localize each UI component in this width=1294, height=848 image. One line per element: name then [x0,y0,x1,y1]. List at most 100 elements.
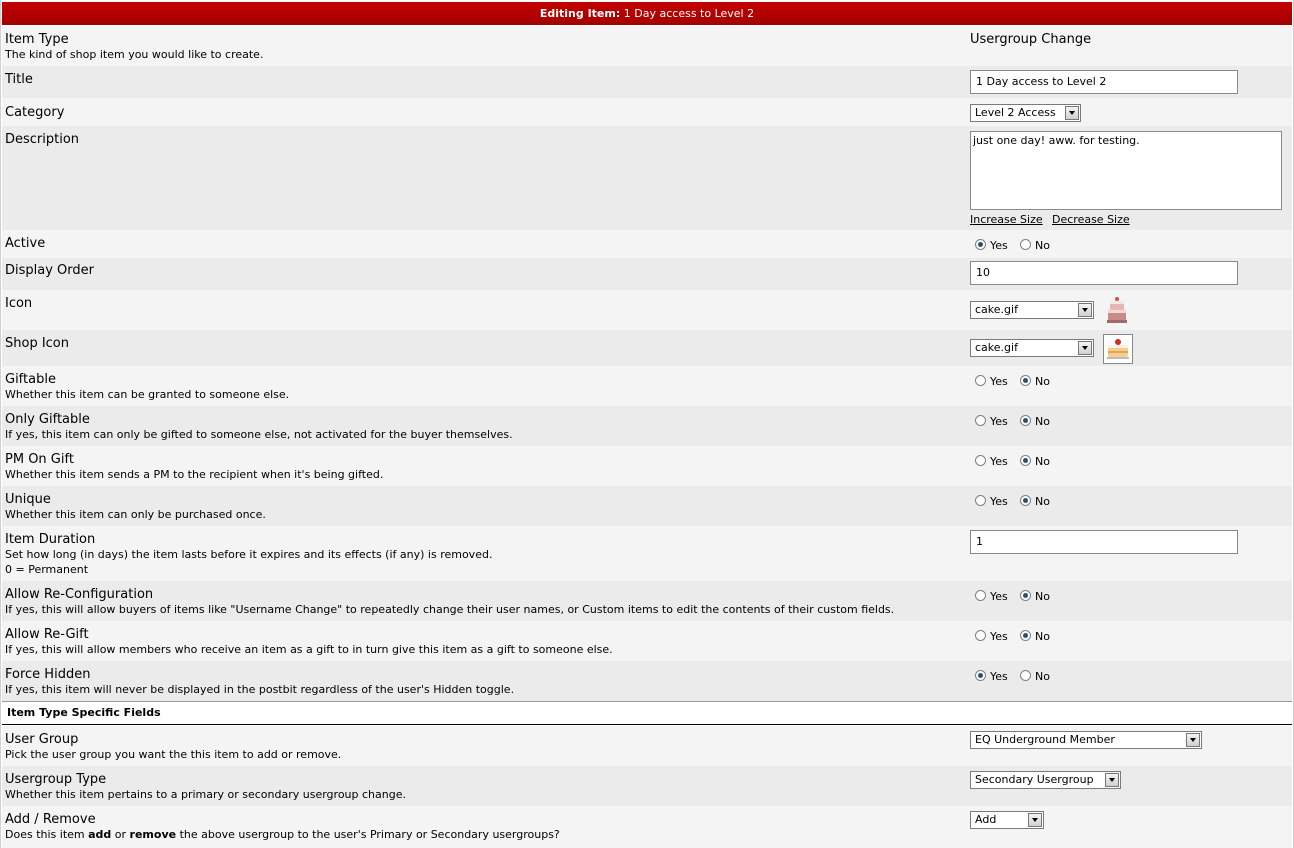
force-hidden-no-option[interactable]: No [1020,670,1050,683]
allow-regift-desc: If yes, this will allow members who rece… [5,643,613,656]
no-label: No [1035,590,1050,603]
chevron-down-icon[interactable] [1028,813,1042,827]
unique-no-option[interactable]: No [1020,495,1050,508]
chevron-down-icon[interactable] [1078,303,1092,317]
active-label: Active [5,236,46,251]
radio-no[interactable] [1020,670,1031,681]
allow-reconfig-label: Allow Re-Configuration [5,587,154,602]
only-giftable-label: Only Giftable [5,412,90,427]
item-duration-input[interactable]: 1 [970,530,1238,554]
radio-no[interactable] [1020,375,1031,386]
row-category: Category Level 2 Access [2,98,1292,126]
header-prefix: Editing Item: [539,7,621,20]
chevron-down-icon[interactable] [1105,773,1119,787]
allow-reconfig-yes-option[interactable]: Yes [975,590,1008,603]
radio-yes[interactable] [975,239,986,250]
yes-label: Yes [990,630,1008,643]
pm-on-gift-no-option[interactable]: No [1020,455,1050,468]
row-add-remove: Add / Remove Does this item add or remov… [2,806,1292,848]
radio-yes[interactable] [975,495,986,506]
no-label: No [1035,239,1050,252]
pm-on-gift-label: PM On Gift [5,452,74,467]
icon-value: cake.gif [975,303,1018,316]
radio-yes[interactable] [975,630,986,641]
giftable-no-option[interactable]: No [1020,375,1050,388]
row-active: Active Yes No [2,230,1292,258]
add-remove-value: Add [975,813,997,826]
user-group-select[interactable]: EQ Underground Member [970,731,1202,749]
decrease-size-link[interactable]: Decrease Size [1052,213,1130,226]
chevron-down-icon[interactable] [1065,106,1079,120]
shop-icon-value: cake.gif [975,341,1018,354]
shop-icon-label: Shop Icon [5,336,70,351]
usergroup-type-label: Usergroup Type [5,772,107,787]
force-hidden-label: Force Hidden [5,667,91,682]
active-yes-option[interactable]: Yes [975,239,1008,252]
desc-text: the above usergroup to the user's Primar… [176,828,560,841]
title-label: Title [5,72,33,87]
yes-label: Yes [990,415,1008,428]
increase-size-link[interactable]: Increase Size [970,213,1043,226]
radio-no[interactable] [1020,495,1031,506]
unique-yes-option[interactable]: Yes [975,495,1008,508]
row-description: Description just one day! aww. for testi… [2,126,1292,230]
radio-no[interactable] [1020,415,1031,426]
icon-label: Icon [5,296,33,311]
radio-no[interactable] [1020,239,1031,250]
item-type-label: Item Type [5,32,69,47]
radio-no[interactable] [1020,455,1031,466]
row-allow-regift: Allow Re-Gift If yes, this will allow me… [2,621,1292,661]
item-type-desc: The kind of shop item you would like to … [5,48,264,61]
item-duration-note: 0 = Permanent [5,563,89,576]
radio-yes[interactable] [975,670,986,681]
radio-yes[interactable] [975,415,986,426]
section-heading: Item Type Specific Fields [2,701,1292,725]
force-hidden-desc: If yes, this item will never be displaye… [5,683,515,696]
row-force-hidden: Force Hidden If yes, this item will neve… [2,661,1292,701]
yes-label: Yes [990,455,1008,468]
allow-regift-no-option[interactable]: No [1020,630,1050,643]
row-user-group: User Group Pick the user group you want … [2,726,1292,766]
title-input[interactable]: 1 Day access to Level 2 [970,70,1238,94]
pm-on-gift-yes-option[interactable]: Yes [975,455,1008,468]
radio-yes[interactable] [975,375,986,386]
row-item-type: Item Type The kind of shop item you woul… [2,26,1292,66]
radio-no[interactable] [1020,590,1031,601]
usergroup-type-select[interactable]: Secondary Usergroup [970,771,1121,789]
cake-icon [1103,295,1131,323]
add-remove-select[interactable]: Add [970,811,1044,829]
only-giftable-no-option[interactable]: No [1020,415,1050,428]
category-select[interactable]: Level 2 Access [970,104,1081,122]
pm-on-gift-desc: Whether this item sends a PM to the reci… [5,468,384,481]
giftable-label: Giftable [5,372,56,387]
icon-select[interactable]: cake.gif [970,301,1094,319]
display-order-input[interactable]: 10 [970,261,1238,285]
allow-regift-label: Allow Re-Gift [5,627,89,642]
allow-reconfig-no-option[interactable]: No [1020,590,1050,603]
active-no-option[interactable]: No [1020,239,1050,252]
row-usergroup-type: Usergroup Type Whether this item pertain… [2,766,1292,806]
yes-label: Yes [990,590,1008,603]
category-label: Category [5,105,65,120]
radio-no[interactable] [1020,630,1031,641]
only-giftable-yes-option[interactable]: Yes [975,415,1008,428]
row-allow-reconfig: Allow Re-Configuration If yes, this will… [2,581,1292,621]
chevron-down-icon[interactable] [1186,733,1200,747]
description-label: Description [5,132,80,147]
giftable-yes-option[interactable]: Yes [975,375,1008,388]
cake-slice-icon [1103,334,1133,364]
allow-regift-yes-option[interactable]: Yes [975,630,1008,643]
radio-yes[interactable] [975,590,986,601]
chevron-down-icon[interactable] [1078,341,1092,355]
row-display-order: Display Order 10 [2,258,1292,290]
form-header: Editing Item: 1 Day access to Level 2 [2,2,1292,25]
no-label: No [1035,670,1050,683]
shop-icon-select[interactable]: cake.gif [970,339,1094,357]
force-hidden-yes-option[interactable]: Yes [975,670,1008,683]
giftable-desc: Whether this item can be granted to some… [5,388,290,401]
radio-yes[interactable] [975,455,986,466]
row-icon: Icon cake.gif [2,290,1292,330]
user-group-value: EQ Underground Member [975,733,1115,746]
description-textarea[interactable]: just one day! aww. for testing. [970,131,1282,210]
no-label: No [1035,415,1050,428]
